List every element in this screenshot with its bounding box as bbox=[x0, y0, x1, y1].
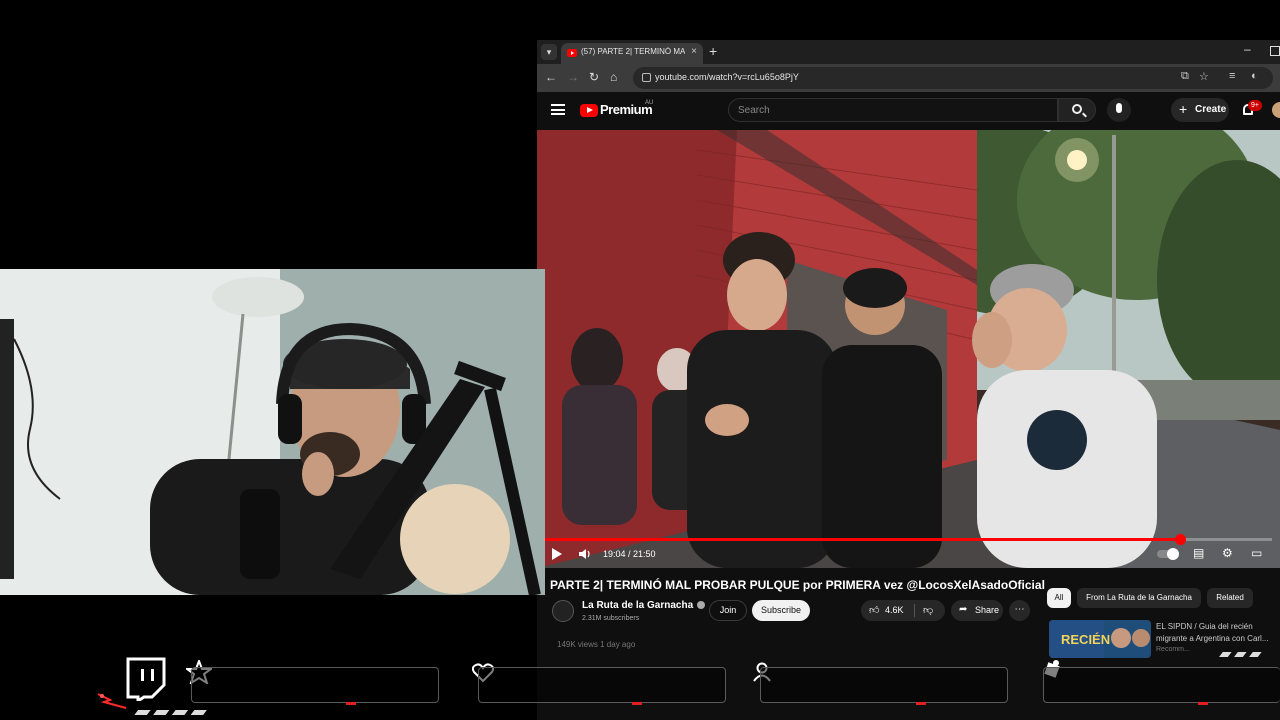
webcam-image bbox=[0, 269, 545, 595]
join-button[interactable]: Join bbox=[709, 600, 747, 621]
reload-icon[interactable]: ↻ bbox=[589, 70, 599, 84]
share-arrow-icon: ➦ bbox=[959, 604, 968, 615]
subscriber-count: 2.31M subscribers bbox=[582, 615, 640, 622]
voice-search-icon[interactable] bbox=[1107, 98, 1131, 122]
subtitles-icon[interactable]: ▤ bbox=[1193, 546, 1204, 560]
plus-icon: + bbox=[1179, 101, 1188, 117]
recommended-title[interactable]: EL SIPDN / Guia del recién migrante a Ar… bbox=[1156, 621, 1280, 645]
overlay-stripes-left bbox=[134, 710, 207, 715]
menu-icon[interactable] bbox=[551, 104, 565, 115]
tab-search-button[interactable]: ▾ bbox=[541, 44, 557, 60]
thumbnail-image: RECIÉN bbox=[1049, 620, 1151, 658]
overlay-accent-3 bbox=[916, 702, 926, 705]
install-icon[interactable]: ⧉ bbox=[1181, 70, 1189, 83]
volume-icon[interactable] bbox=[579, 548, 591, 560]
minimize-button[interactable]: – bbox=[1244, 42, 1251, 56]
autoplay-toggle[interactable] bbox=[1157, 548, 1179, 560]
like-count: 4.6K bbox=[885, 605, 904, 615]
recommended-title-line2: migrante a Argentina con Carl... bbox=[1156, 634, 1269, 643]
tab-close-button[interactable]: × bbox=[691, 46, 697, 57]
theater-mode-icon[interactable]: ▭ bbox=[1251, 546, 1262, 560]
create-button[interactable]: + Create bbox=[1171, 98, 1229, 122]
create-label: Create bbox=[1195, 104, 1227, 115]
media-controls-icon[interactable]: ≡ bbox=[1229, 70, 1235, 82]
overlay-panel-3 bbox=[760, 667, 1008, 703]
tab-title: (57) PARTE 2| TERMINÓ MAL PI bbox=[581, 47, 685, 56]
scrubber-handle[interactable] bbox=[1174, 534, 1186, 545]
progress-bar[interactable] bbox=[545, 534, 1272, 545]
search-icon bbox=[1072, 104, 1082, 114]
settings-gear-icon[interactable]: ⚙ bbox=[1222, 546, 1233, 560]
home-icon[interactable]: ⌂ bbox=[610, 70, 617, 84]
youtube-favicon-icon bbox=[567, 49, 577, 57]
browser-tab[interactable]: (57) PARTE 2| TERMINÓ MAL PI × bbox=[561, 43, 703, 64]
search-input[interactable]: Search bbox=[728, 98, 1058, 122]
stream-frame: ▾ (57) PARTE 2| TERMINÓ MAL PI × + – ← →… bbox=[0, 0, 1280, 720]
overlay-accent-1 bbox=[346, 702, 356, 705]
overlay-panel-4 bbox=[1043, 667, 1280, 703]
progress-played bbox=[545, 538, 1180, 541]
like-divider bbox=[914, 604, 915, 617]
overlay-panel-2 bbox=[478, 667, 726, 703]
more-actions-button[interactable]: ⋯ bbox=[1009, 600, 1030, 621]
red-glitch-icon bbox=[97, 693, 127, 709]
bookmark-star-icon[interactable]: ☆ bbox=[1199, 70, 1209, 83]
recommended-title-line1: EL SIPDN / Guia del recién bbox=[1156, 622, 1253, 631]
video-frame-image bbox=[537, 130, 1280, 568]
video-player[interactable]: 19:04 / 21:50 ▤ ⚙ ▭ bbox=[537, 130, 1280, 568]
browser-toolbar: ← → ↻ ⌂ youtube.com/watch?v=rcLu65o8PjY … bbox=[537, 64, 1280, 92]
tab-bar: ▾ (57) PARTE 2| TERMINÓ MAL PI × + – bbox=[537, 40, 1280, 64]
region-code: AU bbox=[645, 100, 654, 106]
new-tab-button[interactable]: + bbox=[709, 43, 717, 59]
overlay-stripes-right bbox=[1219, 652, 1262, 657]
webcam-feed bbox=[0, 269, 545, 595]
recommended-sub: Recomm... bbox=[1156, 646, 1190, 653]
site-info-icon[interactable] bbox=[642, 73, 651, 82]
account-avatar[interactable] bbox=[1272, 102, 1280, 118]
notification-badge: 9+ bbox=[1248, 100, 1262, 111]
share-label: Share bbox=[975, 605, 1000, 615]
search-button[interactable] bbox=[1058, 98, 1096, 122]
profile-icon[interactable]: ◐ bbox=[1251, 70, 1258, 82]
back-arrow-icon[interactable]: ← bbox=[545, 70, 557, 84]
address-bar[interactable]: youtube.com/watch?v=rcLu65o8PjY ⧉ ☆ ≡ ◐ bbox=[633, 67, 1273, 89]
chip-all[interactable]: All bbox=[1047, 588, 1071, 608]
subscribe-button[interactable]: Subscribe bbox=[752, 600, 810, 621]
search-placeholder: Search bbox=[738, 105, 770, 116]
channel-name-text: La Ruta de la Garnacha bbox=[582, 600, 694, 611]
verified-icon bbox=[697, 601, 706, 610]
video-title: PARTE 2| TERMINÓ MAL PROBAR PULQUE por P… bbox=[550, 578, 1045, 592]
forward-arrow-icon[interactable]: → bbox=[567, 70, 579, 84]
overlay-panel-1 bbox=[191, 667, 439, 703]
time-display: 19:04 / 21:50 bbox=[603, 549, 656, 559]
like-dislike-group: 👍︎ 4.6K 👎︎ bbox=[861, 600, 945, 621]
chip-related[interactable]: Related bbox=[1207, 588, 1253, 608]
overlay-accent-2 bbox=[632, 702, 642, 705]
browser-window: ▾ (57) PARTE 2| TERMINÓ MAL PI × + – ← →… bbox=[537, 40, 1280, 720]
play-icon[interactable] bbox=[552, 548, 562, 560]
youtube-header: Premium AU Search + Create 9+ bbox=[537, 92, 1280, 130]
maximize-button[interactable] bbox=[1270, 46, 1280, 56]
recommended-thumbnail[interactable]: RECIÉN bbox=[1049, 620, 1151, 658]
channel-avatar[interactable] bbox=[552, 600, 574, 622]
overlay-accent-4 bbox=[1198, 702, 1208, 705]
thumbs-up-icon[interactable]: 👍︎ bbox=[869, 604, 879, 616]
youtube-logo-icon[interactable] bbox=[580, 104, 598, 117]
channel-name[interactable]: La Ruta de la Garnacha bbox=[582, 600, 706, 611]
video-meta: 149K views 1 day ago bbox=[557, 640, 636, 649]
share-button[interactable]: ➦ Share bbox=[951, 600, 1003, 621]
url-text: youtube.com/watch?v=rcLu65o8PjY bbox=[655, 72, 799, 82]
thumbs-down-icon[interactable]: 👎︎ bbox=[923, 604, 933, 616]
svg-text:RECIÉN: RECIÉN bbox=[1061, 632, 1110, 647]
chip-channel[interactable]: From La Ruta de la Garnacha bbox=[1077, 588, 1201, 608]
